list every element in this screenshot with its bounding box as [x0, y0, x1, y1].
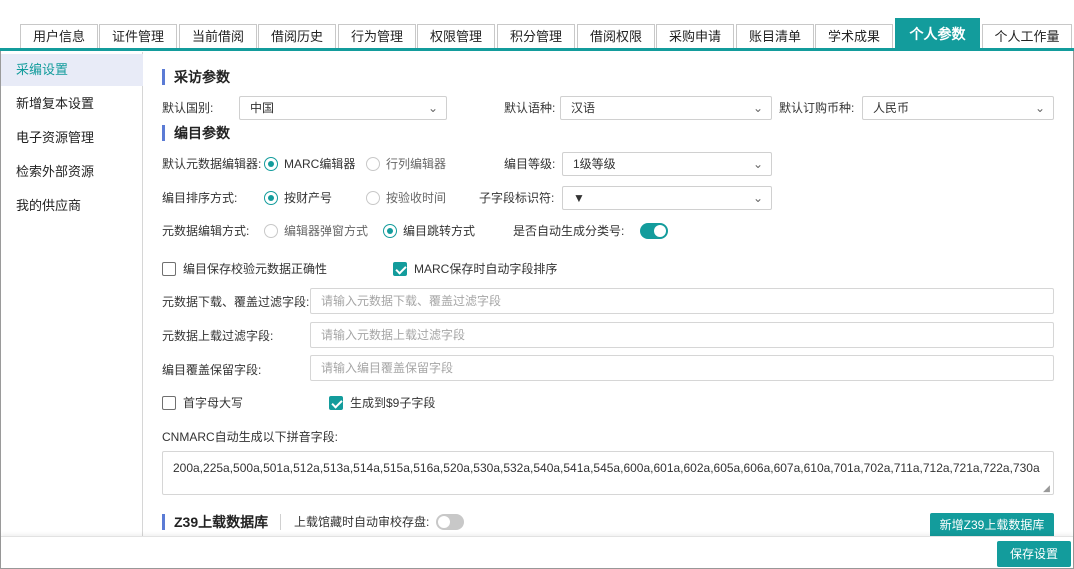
radio-indicator [264, 157, 278, 171]
footer-bar: 保存设置 [1, 536, 1073, 568]
sidebar-item-e-resource-management[interactable]: 电子资源管理 [1, 122, 143, 154]
radio-marc-editor[interactable]: MARC编辑器 [264, 156, 359, 172]
upload-filter-label: 元数据上载过滤字段: [162, 329, 274, 343]
tab-borrowing-permission[interactable]: 借阅权限 [577, 24, 655, 49]
toggle-knob [438, 516, 450, 528]
radio-jump-editor-mode[interactable]: 编目跳转方式 [383, 223, 483, 239]
currency-label: 默认订购币种: [779, 101, 855, 115]
pinyin-fields-label: CNMARC自动生成以下拼音字段: [162, 430, 338, 444]
auto-class-toggle[interactable] [640, 223, 668, 239]
keep-fields-label: 编目覆盖保留字段: [162, 363, 262, 377]
checkbox-capitalize-first-letter[interactable]: 首字母大写 [162, 395, 262, 411]
level-label: 编目等级: [504, 157, 556, 171]
checkbox-auto-sort-fields[interactable]: MARC保存时自动字段排序 [393, 261, 568, 277]
sidebar-item-my-suppliers[interactable]: 我的供应商 [1, 190, 143, 222]
checkbox-indicator [162, 396, 176, 410]
acquisition-section-title: 采访参数 [162, 68, 230, 86]
sidebar-item-cataloging-settings[interactable]: 采编设置 [1, 54, 143, 86]
add-z39-database-button[interactable]: 新增Z39上载数据库 [930, 513, 1054, 538]
tab-user-info[interactable]: 用户信息 [20, 24, 98, 49]
keep-fields-input[interactable] [310, 355, 1054, 381]
country-select[interactable]: 中国 ⌄ [239, 96, 447, 120]
tab-permission-management[interactable]: 权限管理 [417, 24, 495, 49]
auto-class-label: 是否自动生成分类号: [513, 224, 625, 238]
subfield-label: 子字段标识符: [479, 191, 555, 205]
tab-points-management[interactable]: 积分管理 [497, 24, 575, 49]
chevron-down-icon: ⌄ [427, 101, 438, 115]
tab-card-management[interactable]: 证件管理 [99, 24, 177, 49]
toggle-knob [654, 225, 666, 237]
pinyin-fields-textarea[interactable]: 200a,225a,500a,501a,512a,513a,514a,515a,… [162, 451, 1054, 495]
checkbox-indicator [393, 262, 407, 276]
tab-underline [0, 48, 1074, 51]
tab-current-borrowing[interactable]: 当前借阅 [179, 24, 257, 49]
edit-mode-label: 元数据编辑方式: [162, 224, 250, 238]
tab-behavior-management[interactable]: 行为管理 [338, 24, 416, 49]
radio-indicator [383, 224, 397, 238]
download-filter-input[interactable] [310, 288, 1054, 314]
checkbox-indicator [162, 262, 176, 276]
chevron-down-icon: ⌄ [752, 191, 763, 205]
z39-audit-toggle[interactable] [436, 514, 464, 530]
divider [280, 514, 281, 530]
radio-popup-editor-mode[interactable]: 编辑器弹窗方式 [264, 223, 374, 239]
currency-select[interactable]: 人民币 ⌄ [862, 96, 1054, 120]
tab-account-list[interactable]: 账目清单 [736, 24, 814, 49]
radio-indicator [366, 157, 380, 171]
sidebar-item-new-copy-settings[interactable]: 新增复本设置 [1, 88, 143, 120]
sidebar-item-external-resource-search[interactable]: 检索外部资源 [1, 156, 143, 188]
upload-filter-input[interactable] [310, 322, 1054, 348]
radio-indicator [264, 224, 278, 238]
chevron-down-icon: ⌄ [752, 157, 763, 171]
tab-purchase-request[interactable]: 采购申请 [656, 24, 734, 49]
radio-sort-by-property-number[interactable]: 按财产号 [264, 190, 344, 206]
download-filter-label: 元数据下载、覆盖过滤字段: [162, 295, 310, 309]
tab-academic-achievements[interactable]: 学术成果 [815, 24, 893, 49]
subfield-select[interactable]: ▼ ⌄ [562, 186, 772, 210]
save-settings-button[interactable]: 保存设置 [997, 541, 1071, 567]
checkbox-indicator [329, 396, 343, 410]
checkbox-generate-sub9[interactable]: 生成到$9子字段 [329, 395, 449, 411]
chevron-down-icon: ⌄ [752, 101, 763, 115]
tab-personal-workload[interactable]: 个人工作量 [982, 24, 1072, 49]
radio-indicator [264, 191, 278, 205]
level-select[interactable]: 1级等级 ⌄ [562, 152, 772, 176]
chevron-down-icon: ⌄ [1034, 101, 1045, 115]
level-value: 1级等级 [573, 157, 616, 171]
z39-section-title: Z39上载数据库 [162, 513, 268, 531]
country-label: 默认国别: [162, 101, 214, 115]
currency-value: 人民币 [873, 101, 910, 115]
radio-indicator [366, 191, 380, 205]
language-select[interactable]: 汉语 ⌄ [560, 96, 772, 120]
tab-borrowing-history[interactable]: 借阅历史 [258, 24, 336, 49]
language-value: 汉语 [571, 101, 596, 115]
sidebar: 采编设置 新增复本设置 电子资源管理 检索外部资源 我的供应商 [1, 52, 143, 536]
settings-panel: 采访参数 默认国别: 中国 ⌄ 默认语种: 汉语 ⌄ 默认订购币种: 人民币 ⌄… [144, 52, 1074, 538]
sort-label: 编目排序方式: [162, 191, 238, 205]
editor-label: 默认元数据编辑器: [162, 157, 262, 171]
z39-audit-label: 上载馆藏时自动审校存盘: [294, 515, 430, 529]
tab-bar: 用户信息 证件管理 当前借阅 借阅历史 行为管理 权限管理 积分管理 借阅权限 … [0, 0, 1074, 51]
checkbox-validate-on-save[interactable]: 编目保存校验元数据正确性 [162, 261, 337, 277]
tab-personal-parameters[interactable]: 个人参数 [895, 18, 980, 49]
cataloging-section-title: 编目参数 [162, 124, 230, 142]
radio-sort-by-receive-time[interactable]: 按验收时间 [366, 190, 456, 206]
language-label: 默认语种: [504, 101, 556, 115]
radio-row-column-editor[interactable]: 行列编辑器 [366, 156, 456, 172]
subfield-value: ▼ [573, 191, 585, 205]
country-value: 中国 [250, 101, 275, 115]
